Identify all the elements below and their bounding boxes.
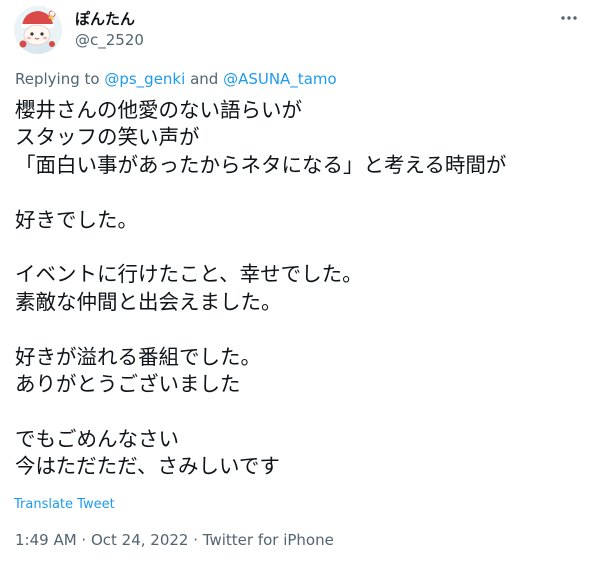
tweet-text-line — [15, 316, 580, 343]
tweet-text-line: 櫻井さんの他愛のない語らいが — [15, 98, 302, 122]
mention-link[interactable]: @ps_genki — [104, 70, 185, 88]
tweet-metadata: 1:49 AM · Oct 24, 2022 · Twitter for iPh… — [15, 530, 334, 550]
tweet-text-line: 今はただただ、さみしいです — [15, 454, 280, 479]
separator: · — [188, 531, 203, 549]
tweet-text-line — [15, 179, 580, 206]
replying-to: Replying to @ps_genki and @ASUNA_tamo — [15, 69, 337, 89]
display-name[interactable]: ぽんたん — [75, 9, 135, 29]
tweet-source[interactable]: Twitter for iPhone — [203, 531, 334, 549]
tweet-text-line: 「面白い事があったからネタになる」と考える時間が — [15, 152, 507, 177]
user-handle[interactable]: @c_2520 — [75, 30, 144, 50]
tweet-text-line — [15, 234, 580, 261]
tweet-text-line: 好きでした。 — [15, 207, 138, 232]
replying-to-joiner: and — [185, 70, 224, 88]
tweet-text-line: 素敵な仲間と出会えました。 — [15, 289, 282, 314]
tweet-text-line: ありがとうございました — [15, 371, 241, 396]
tweet-text-line: でもごめんなさい — [15, 426, 179, 451]
tweet-text: 櫻井さんの他愛のない語らいが スタッフの笑い声が 「面白い事があったからネタにな… — [15, 97, 580, 480]
tweet: ぽんたん @c_2520 Replying to @ps_genki and @… — [0, 0, 591, 563]
avatar-illustration — [14, 6, 62, 54]
more-horizontal-icon — [561, 16, 577, 20]
tweet-date[interactable]: Oct 24, 2022 — [91, 531, 189, 549]
separator: · — [76, 531, 91, 549]
more-options-button[interactable] — [554, 10, 584, 26]
mention-link[interactable]: @ASUNA_tamo — [223, 70, 337, 88]
tweet-text-line: 好きが溢れる番組でした。 — [15, 344, 261, 369]
tweet-text-line: イベントに行けたこと、幸せでした。 — [15, 262, 363, 287]
translate-tweet-link[interactable]: Translate Tweet — [14, 497, 115, 513]
tweet-text-line — [15, 398, 580, 425]
tweet-time[interactable]: 1:49 AM — [15, 531, 77, 549]
tweet-text-line: スタッフの笑い声が — [15, 125, 200, 150]
avatar[interactable] — [14, 6, 62, 54]
replying-to-prefix: Replying to — [15, 70, 105, 88]
